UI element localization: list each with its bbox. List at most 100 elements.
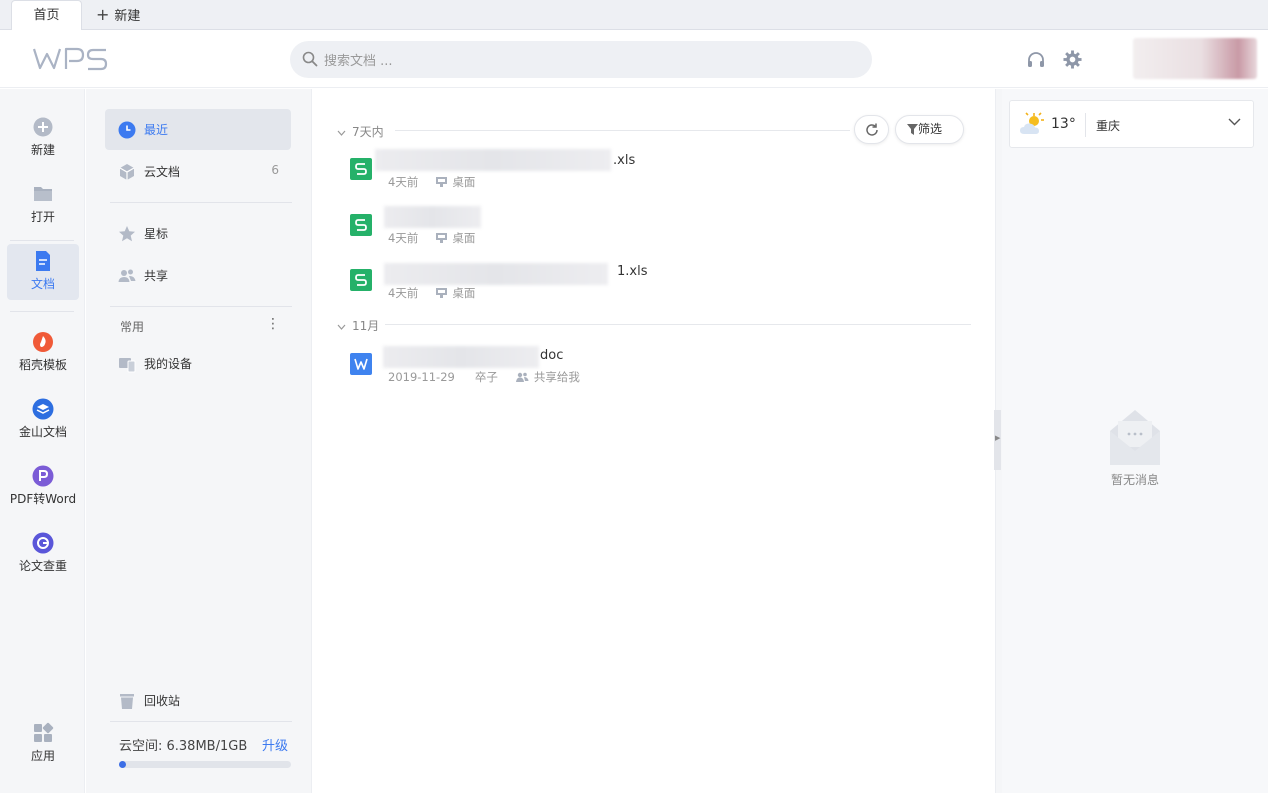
file-owner: 卒子 xyxy=(474,370,498,384)
nav-kdocs[interactable]: 金山文档 xyxy=(7,392,79,448)
file-location: 桌面 xyxy=(436,231,475,245)
sidebar-item-recycle[interactable]: 回收站 xyxy=(105,680,291,721)
right-panel: 13° 重庆 暂无消息 xyxy=(1002,89,1268,793)
redacted-name xyxy=(384,206,481,228)
file-meta: 2019-11-29 卒子 共享给我 xyxy=(388,369,580,385)
weather-divider xyxy=(1085,113,1086,137)
weather-widget[interactable]: 13° 重庆 xyxy=(1009,100,1254,148)
sidebar-item-label: 共享 xyxy=(144,269,169,283)
empty-mail-icon xyxy=(1110,410,1160,465)
plus-icon: + xyxy=(96,5,110,24)
sidebar-item-label: 云文档 xyxy=(144,165,181,179)
desktop-icon xyxy=(436,233,448,243)
tab-home[interactable]: 首页 xyxy=(11,0,82,31)
sidebar-divider xyxy=(110,306,292,307)
upgrade-link[interactable]: 升级 xyxy=(262,735,288,754)
group-label: 11月 xyxy=(352,319,380,333)
user-avatar[interactable] xyxy=(1133,38,1257,79)
file-meta: 4天前 桌面 xyxy=(388,230,475,246)
trash-icon xyxy=(120,694,134,709)
nav-apps-label: 应用 xyxy=(30,749,55,763)
pdf-icon xyxy=(32,465,54,487)
headset-icon[interactable] xyxy=(1026,50,1046,70)
chevron-down-icon xyxy=(337,130,346,136)
sidebar-item-my-devices[interactable]: 我的设备 xyxy=(105,343,291,384)
paper-check-icon xyxy=(32,532,54,554)
search-icon xyxy=(302,51,318,67)
left-nav: 新建 打开 文档 稻壳模板 金山文档 PDF转Word 论文查重 应用 xyxy=(0,89,85,793)
partly-cloudy-icon xyxy=(1020,112,1044,134)
sidebar-item-shared[interactable]: 共享 xyxy=(105,255,291,296)
nav-pdf2word[interactable]: PDF转Word xyxy=(7,459,79,515)
sidebar-item-starred[interactable]: 星标 xyxy=(105,213,291,254)
file-location-text: 桌面 xyxy=(452,175,476,189)
clock-icon xyxy=(118,121,136,139)
nav-apps[interactable]: 应用 xyxy=(7,716,79,772)
weather-city: 重庆 xyxy=(1096,119,1121,133)
more-vertical-icon[interactable]: ⋮ xyxy=(266,317,280,331)
file-name-suffix: .xls xyxy=(613,153,636,168)
filter-label: 筛选 xyxy=(918,122,943,136)
cloud-box-icon xyxy=(119,164,135,180)
redacted-name xyxy=(384,263,608,285)
nav-docs-label: 文档 xyxy=(30,277,55,291)
sidebar: 最近 云文档 6 星标 共享 常用 ⋮ 我的设备 回收站 云空间: 6.38MB… xyxy=(86,89,312,793)
sidebar-item-cloud-docs[interactable]: 云文档 6 xyxy=(105,151,291,192)
sidebar-item-label: 星标 xyxy=(144,227,169,241)
nav-new[interactable]: 新建 xyxy=(7,110,79,166)
plus-circle-icon xyxy=(33,117,53,137)
nav-open[interactable]: 打开 xyxy=(7,177,79,233)
file-location: 桌面 xyxy=(436,286,475,300)
file-location-text: 桌面 xyxy=(452,231,476,245)
sidebar-item-label: 回收站 xyxy=(144,694,181,708)
folder-icon xyxy=(34,187,52,201)
cloud-docs-count: 6 xyxy=(271,163,279,177)
spreadsheet-file-icon xyxy=(350,214,372,236)
nav-paper-check[interactable]: 论文查重 xyxy=(7,526,79,582)
file-time: 2019-11-29 xyxy=(388,370,455,384)
file-row[interactable]: doc 2019-11-29 卒子 共享给我 xyxy=(347,344,977,394)
file-location: 桌面 xyxy=(436,175,475,189)
sidebar-divider xyxy=(110,202,292,203)
desktop-icon xyxy=(436,177,448,187)
storage-progress-fill xyxy=(119,761,126,768)
group-header-november[interactable]: 11月 xyxy=(337,317,379,334)
nav-divider xyxy=(10,311,74,312)
refresh-button[interactable] xyxy=(854,115,889,144)
file-location-text: 共享给我 xyxy=(533,370,580,384)
file-list-panel: 7天内 筛选 .xls 4天前 桌面 4天前 桌面 1.xls 4天前 桌面 11月 … xyxy=(313,89,995,793)
spreadsheet-file-icon xyxy=(350,269,372,291)
file-row[interactable]: .xls 4天前 桌面 xyxy=(347,149,977,199)
apps-grid-icon xyxy=(34,722,54,742)
star-icon xyxy=(119,226,135,242)
docer-icon xyxy=(33,332,53,352)
group-header-recent[interactable]: 7天内 xyxy=(337,123,384,140)
nav-docs[interactable]: 文档 xyxy=(7,244,79,300)
desktop-icon xyxy=(436,288,448,298)
file-time: 4天前 xyxy=(388,231,419,245)
collapse-arrow-icon[interactable]: ▶ xyxy=(995,434,1000,442)
nav-template[interactable]: 稻壳模板 xyxy=(7,325,79,381)
file-meta: 4天前 桌面 xyxy=(388,285,475,301)
file-location: 共享给我 xyxy=(515,370,580,384)
redacted-name xyxy=(375,149,611,171)
storage-progress-bar xyxy=(119,761,291,768)
nav-paper-check-label: 论文查重 xyxy=(18,559,67,573)
gear-icon[interactable] xyxy=(1063,50,1082,69)
search-bar[interactable]: 搜索文档 ... xyxy=(290,41,872,78)
filter-icon xyxy=(907,124,918,135)
wps-logo xyxy=(32,46,109,76)
nav-new-label: 新建 xyxy=(30,143,55,157)
storage-usage: 云空间: 6.38MB/1GB xyxy=(119,739,248,754)
sidebar-item-recent[interactable]: 最近 xyxy=(105,109,291,150)
file-row[interactable]: 1.xls 4天前 桌面 xyxy=(347,260,977,310)
spreadsheet-file-icon xyxy=(350,158,372,180)
nav-open-label: 打开 xyxy=(30,210,55,224)
group-divider xyxy=(385,324,971,325)
chevron-down-icon[interactable] xyxy=(1228,118,1241,126)
tab-new[interactable]: + 新建 xyxy=(96,0,140,30)
devices-icon xyxy=(119,358,136,373)
writer-file-icon xyxy=(350,353,372,375)
file-row[interactable]: 4天前 桌面 xyxy=(347,205,977,255)
filter-button[interactable]: 筛选 xyxy=(895,115,964,144)
